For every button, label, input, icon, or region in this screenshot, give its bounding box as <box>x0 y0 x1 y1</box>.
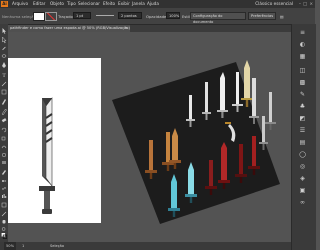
opacity-label: Opacidade: <box>146 14 168 19</box>
arrange-icon[interactable]: ▤ <box>280 13 284 20</box>
symbol-sprayer-icon <box>2 188 4 190</box>
selection-icon <box>2 28 6 34</box>
links-icon[interactable]: ∞ <box>299 200 306 206</box>
zoom-icon <box>1 227 6 231</box>
close-tab-icon[interactable]: × <box>125 25 128 32</box>
menu-item-type[interactable]: Tipo <box>67 0 76 8</box>
swatches-icon[interactable]: ▩ <box>299 80 306 86</box>
magic-wand-icon <box>2 46 6 51</box>
maximize-icon[interactable]: □ <box>303 0 307 8</box>
opacity-field[interactable]: 100% <box>166 12 180 19</box>
fill-swatch[interactable] <box>33 12 45 21</box>
slice-icon <box>1 211 7 217</box>
menu-item-select[interactable]: Selecionar <box>78 0 100 8</box>
control-bar: Nenhuma seleção Traçado 1 pt 2 pontos Op… <box>0 8 315 25</box>
color-guide-icon[interactable]: ◫ <box>299 68 306 74</box>
pencil-icon <box>1 108 7 116</box>
menu-item-file[interactable]: Arquivo <box>12 0 28 8</box>
gradient-panel-icon[interactable]: ▤ <box>299 140 306 146</box>
variable-width-profile[interactable] <box>96 15 114 16</box>
type-icon: T <box>2 73 6 79</box>
lasso-icon <box>1 54 7 58</box>
width-icon <box>1 145 7 149</box>
close-icon[interactable]: × <box>309 0 313 8</box>
color-icon[interactable]: ▦ <box>299 54 306 60</box>
shape-builder-icon <box>1 152 7 158</box>
document-tab[interactable]: pathfinder e como fazer uma espada.ai @ … <box>8 25 130 32</box>
blend-icon <box>2 180 4 182</box>
menu-item-view[interactable]: Exibir <box>118 0 130 8</box>
document-tab-title: pathfinder e como fazer uma espada.ai @ … <box>10 26 130 30</box>
paintbrush-icon <box>2 99 6 105</box>
workspace-switcher[interactable]: Clássico essencial <box>255 0 293 8</box>
layers-icon[interactable]: ◈ <box>299 176 306 182</box>
menu-item-help[interactable]: Ajuda <box>147 0 159 8</box>
graph-icon <box>2 195 3 198</box>
brushes-icon[interactable]: ✎ <box>299 92 306 98</box>
pen-icon <box>2 62 6 68</box>
gradient-icon <box>2 161 6 164</box>
menu-item-window[interactable]: Janela <box>132 0 145 8</box>
menu-item-object[interactable]: Objeto <box>50 0 64 8</box>
stroke-label: Traçado <box>58 14 73 19</box>
eyedropper-icon <box>2 170 6 175</box>
selection-label: Nenhuma seleção <box>2 14 37 19</box>
hand-icon <box>2 220 6 224</box>
symbols-icon[interactable]: ♣ <box>299 104 306 110</box>
tool-icons: T <box>1 28 8 239</box>
menu-item-effect[interactable]: Efeito <box>103 0 115 8</box>
minimize-icon[interactable]: – <box>299 0 301 8</box>
line-icon <box>1 81 7 87</box>
current-tool-status: Seleção <box>50 244 65 248</box>
illustrator-logo: Ai <box>1 1 8 7</box>
menu-item-edit[interactable]: Editar <box>33 0 45 8</box>
stroke-icon[interactable]: ☰ <box>299 128 306 134</box>
stroke-swatch[interactable] <box>45 12 57 21</box>
status-bar: 50% 1 Seleção <box>0 242 291 250</box>
properties-icon[interactable]: ◐ <box>299 42 306 48</box>
artboard-number-field[interactable]: 1 <box>22 242 24 250</box>
rectangle-icon <box>1 89 7 95</box>
document-setup-button[interactable]: Configuração do documento <box>190 12 246 24</box>
canvas-area[interactable] <box>8 32 291 242</box>
graphic-styles-icon[interactable]: ◩ <box>299 116 306 122</box>
sword-collection-artboard[interactable] <box>8 32 291 242</box>
preferences-button[interactable]: Preferências <box>248 12 276 20</box>
appearance-icon[interactable]: ◎ <box>299 164 306 170</box>
sword-silver-2-icon <box>265 92 276 130</box>
sword-silver-1-icon <box>249 78 259 124</box>
eraser-icon <box>1 118 7 123</box>
rotate-icon <box>1 127 7 133</box>
libraries-icon[interactable]: ≡ <box>299 30 306 36</box>
document-tab-bar: pathfinder e como fazer uma espada.ai @ … <box>8 25 291 32</box>
transparency-icon[interactable]: ◯ <box>299 152 306 158</box>
menu-bar: Ai Arquivo Editar Objeto Tipo Selecionar… <box>0 0 315 8</box>
stroke-weight-field[interactable]: 1 pt <box>73 12 91 19</box>
brush-definition-field[interactable]: 2 pontos <box>118 12 142 19</box>
scale-icon <box>1 136 6 141</box>
artboard-icon <box>1 202 7 208</box>
zoom-level-field[interactable]: 50% <box>4 242 16 250</box>
artboards-icon[interactable]: ▣ <box>299 188 306 194</box>
right-dock: ≡ ◐ ▦ ◫ ▩ ✎ ♣ ◩ ☰ ▤ ◯ ◎ ◈ ▣ ∞ <box>291 24 316 250</box>
direct-selection-icon <box>2 36 7 44</box>
